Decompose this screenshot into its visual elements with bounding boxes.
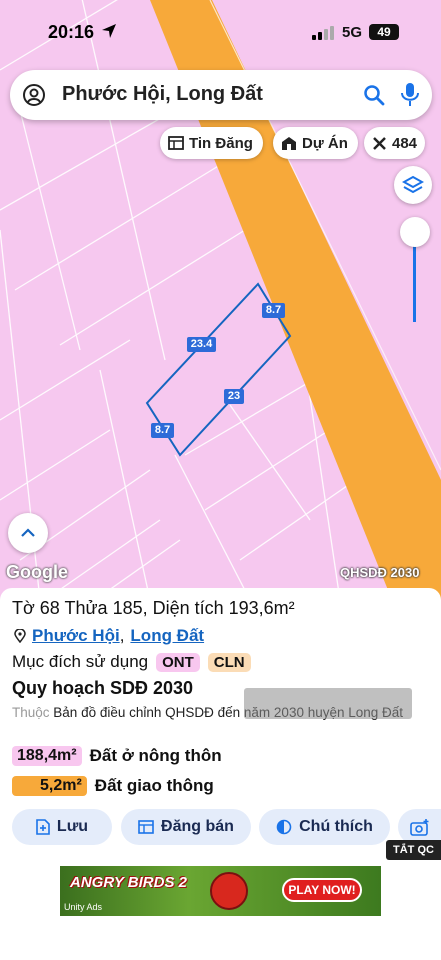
plan-title: Quy hoạch SDĐ 2030 xyxy=(12,678,194,698)
opacity-slider-knob[interactable] xyxy=(400,217,430,247)
building-icon xyxy=(282,136,296,150)
add-document-icon xyxy=(36,819,50,835)
district-link[interactable]: Long Đất xyxy=(130,626,204,646)
account-icon[interactable] xyxy=(22,83,46,107)
area-row-residential: 188,4m² Đất ở nông thôn xyxy=(12,746,222,766)
network-type: 5G xyxy=(342,24,363,41)
search-location-title: Phước Hội, Long Đất xyxy=(62,83,263,105)
table-icon xyxy=(168,136,184,150)
measure-label-left-side: 23.4 xyxy=(187,337,216,352)
ad-game-logo: ANGRY BIRDS 2 xyxy=(70,874,187,891)
battery-indicator: 49 xyxy=(369,24,399,40)
layers-button[interactable] xyxy=(394,166,432,204)
ward-link[interactable]: Phước Hội xyxy=(32,626,120,646)
ad-play-now-button[interactable]: PLAY NOW! xyxy=(282,878,362,902)
location-separator: , xyxy=(119,626,125,645)
tools-icon xyxy=(373,136,386,150)
projects-chip-label: Dự Án xyxy=(302,134,348,152)
measure-label-right-side: 23 xyxy=(224,389,244,404)
watermark-overlay xyxy=(244,688,412,719)
opacity-slider-track[interactable] xyxy=(413,240,416,322)
microphone-icon[interactable] xyxy=(400,82,420,108)
google-logo: Google xyxy=(6,562,68,582)
purpose-tag-cln: CLN xyxy=(207,652,251,672)
parcel-title: Tờ 68 Thửa 185, Diện tích 193,6m² xyxy=(12,598,295,618)
signal-icon xyxy=(312,26,334,40)
status-bar: 20:16 5G 49 xyxy=(0,0,441,60)
status-time: 20:16 xyxy=(48,22,95,42)
count-chip[interactable]: 484 xyxy=(364,127,426,159)
layers-icon xyxy=(402,175,424,194)
measure-label-bottom: 8.7 xyxy=(151,423,174,438)
area-row-transport: 5,2m² Đất giao thông xyxy=(12,776,214,796)
ad-bird-graphic xyxy=(210,872,248,910)
save-button-label: Lưu xyxy=(56,818,89,835)
legend-button-label: Chú thích xyxy=(299,818,373,835)
ad-banner[interactable]: ANGRY BIRDS 2 PLAY NOW! Unity Ads xyxy=(60,866,381,916)
add-photo-icon xyxy=(410,818,429,836)
purpose-tag-ont: ONT xyxy=(156,652,200,672)
parcel-location: Phước Hội , Long Đất xyxy=(14,626,204,646)
area-label: Đất ở nông thôn xyxy=(89,746,222,765)
ad-network-label: Unity Ads xyxy=(64,902,103,912)
map-layer-label: QHSDĐ 2030 xyxy=(340,565,420,580)
hide-ads-button[interactable]: TẮT QC xyxy=(386,840,441,860)
area-value: 5,2m² xyxy=(12,776,87,796)
legend-button[interactable]: Chú thích xyxy=(259,809,390,845)
location-pin-icon xyxy=(14,629,26,643)
projects-chip[interactable]: Dự Án xyxy=(273,127,358,159)
parcel-info-sheet: Tờ 68 Thửa 185, Diện tích 193,6m² Phước … xyxy=(0,588,441,960)
table-icon xyxy=(138,820,154,834)
area-label: Đất giao thông xyxy=(94,776,214,795)
location-arrow-icon xyxy=(102,24,116,38)
count-chip-label: 484 xyxy=(392,134,418,152)
listings-chip[interactable]: Tin Đăng xyxy=(160,127,263,159)
post-button-label: Đăng bán xyxy=(161,818,234,835)
save-button[interactable]: Lưu xyxy=(12,809,112,845)
measure-label-top: 8.7 xyxy=(262,303,285,318)
search-bar[interactable]: Phước Hội, Long Đất xyxy=(10,70,432,120)
expand-up-button[interactable] xyxy=(8,513,48,553)
land-use-purpose: Mục đích sử dụng ONT CLN xyxy=(12,652,251,672)
purpose-label: Mục đích sử dụng xyxy=(12,652,149,671)
post-for-sale-button[interactable]: Đăng bán xyxy=(121,809,251,845)
listings-chip-label: Tin Đăng xyxy=(189,134,253,152)
chevron-up-icon xyxy=(21,528,35,537)
search-icon[interactable] xyxy=(362,83,386,107)
contrast-icon xyxy=(276,819,292,835)
plan-prefix: Thuộc xyxy=(12,705,50,720)
area-value: 188,4m² xyxy=(12,746,82,766)
